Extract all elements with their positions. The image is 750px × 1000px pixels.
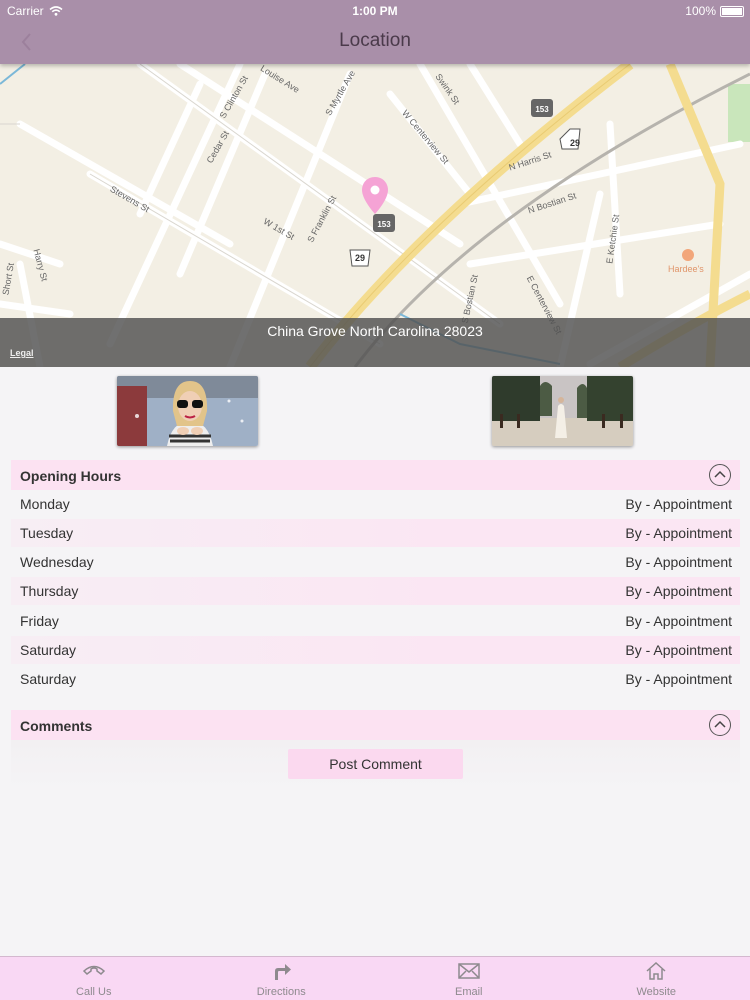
tab-email[interactable]: Email	[375, 957, 563, 1000]
tab-label: Call Us	[76, 986, 112, 998]
directions-arrow-icon	[275, 964, 292, 980]
bottom-tab-bar: Call Us Directions Email Website	[0, 956, 750, 1000]
tab-label: Email	[454, 986, 483, 998]
hours-value: By - Appointment	[625, 583, 732, 599]
status-bar: Carrier 1:00 PM 100%	[0, 0, 750, 22]
hours-value: By - Appointment	[625, 496, 732, 512]
phone-icon	[82, 965, 105, 975]
hours-row: Saturday By - Appointment	[11, 665, 740, 693]
tab-website[interactable]: Website	[563, 957, 750, 1000]
post-comment-button[interactable]: Post Comment	[288, 749, 463, 779]
address-label: China Grove North Carolina 28023	[0, 318, 750, 367]
hours-row: Friday By - Appointment	[11, 607, 740, 635]
hours-day: Wednesday	[20, 554, 94, 570]
woman-sunglasses-photo[interactable]	[117, 376, 258, 446]
comments-header[interactable]: Comments	[11, 710, 740, 740]
battery-percent: 100%	[685, 4, 716, 18]
collapse-chevron-icon[interactable]	[709, 464, 731, 486]
opening-hours-title: Opening Hours	[20, 468, 122, 484]
tab-call-us[interactable]: Call Us	[0, 957, 188, 1000]
hours-day: Friday	[20, 613, 59, 629]
hours-value: By - Appointment	[625, 613, 732, 629]
tab-label: Website	[636, 986, 677, 998]
nav-header: Carrier 1:00 PM 100% Location	[0, 0, 750, 64]
hours-value: By - Appointment	[625, 525, 732, 541]
hours-day: Saturday	[20, 642, 77, 658]
hours-row: Thursday By - Appointment	[11, 577, 740, 605]
svg-text:29: 29	[570, 138, 580, 148]
tab-label: Directions	[256, 986, 306, 998]
svg-text:153: 153	[377, 220, 391, 229]
battery-icon	[720, 5, 744, 17]
hours-row: Wednesday By - Appointment	[11, 548, 740, 576]
svg-text:153: 153	[535, 105, 549, 114]
map-pin-icon[interactable]	[360, 176, 390, 216]
map-legal-link[interactable]: Legal	[10, 348, 34, 358]
hours-row: Saturday By - Appointment	[11, 636, 740, 664]
hours-day: Tuesday	[20, 525, 74, 541]
battery-indicator: 100%	[685, 4, 744, 18]
hours-value: By - Appointment	[625, 671, 732, 687]
comments-title: Comments	[20, 718, 93, 734]
hours-day: Thursday	[20, 583, 79, 599]
map-label: Hardee's	[668, 264, 704, 274]
svg-text:29: 29	[355, 253, 365, 263]
envelope-icon	[458, 963, 480, 979]
hours-row: Tuesday By - Appointment	[11, 519, 740, 547]
collapse-chevron-icon[interactable]	[709, 714, 731, 736]
hours-day: Monday	[20, 496, 70, 512]
hours-value: By - Appointment	[625, 642, 732, 658]
hours-row: Monday By - Appointment	[11, 490, 740, 518]
home-icon	[646, 962, 666, 980]
hours-day: Saturday	[20, 671, 77, 687]
page-title: Location	[339, 30, 411, 51]
tab-directions[interactable]: Directions	[188, 957, 376, 1000]
hours-value: By - Appointment	[625, 554, 732, 570]
opening-hours-header[interactable]: Opening Hours	[11, 460, 740, 490]
clock: 1:00 PM	[352, 4, 398, 18]
bride-trees-photo[interactable]	[492, 376, 633, 446]
